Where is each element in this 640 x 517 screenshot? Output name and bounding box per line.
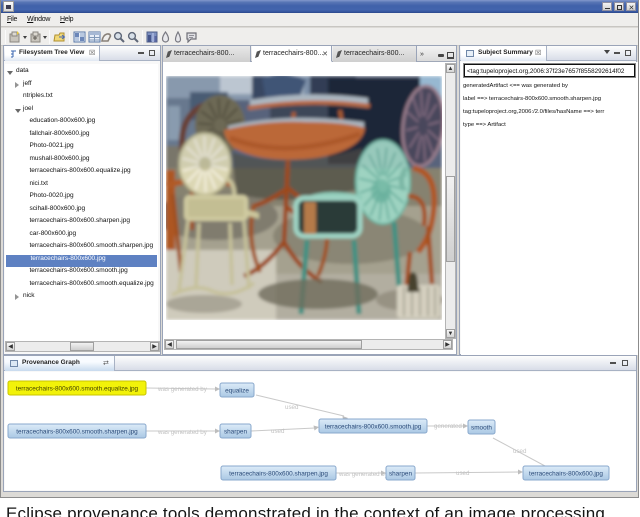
svg-text:smooth: smooth — [471, 425, 492, 432]
svg-text:used: used — [513, 448, 527, 455]
svg-text:used: used — [456, 470, 470, 477]
svg-text:terracechairs-800x600.smooth.s: terracechairs-800x600.smooth.sharpen.jpg — [16, 429, 138, 436]
svg-text:sharpen: sharpen — [224, 429, 248, 436]
svg-text:used: used — [285, 404, 299, 411]
svg-text:generated: generated — [434, 423, 462, 430]
svg-text:sharpen: sharpen — [389, 471, 413, 478]
svg-text:terracechairs-800x600.smooth.j: terracechairs-800x600.smooth.jpg — [325, 424, 422, 431]
svg-text:was generated by: was generated by — [157, 386, 208, 393]
svg-text:was generated by: was generated by — [157, 429, 208, 436]
svg-text:terracechairs-800x600.sharpen.: terracechairs-800x600.sharpen.jpg — [229, 471, 328, 478]
svg-text:was generated by: was generated by — [338, 471, 389, 478]
svg-text:used: used — [271, 428, 285, 435]
svg-text:equalize: equalize — [225, 388, 249, 395]
svg-text:terracechairs-800x600.jpg: terracechairs-800x600.jpg — [529, 471, 603, 478]
svg-text:terracechairs-800x600.smooth.e: terracechairs-800x600.smooth.equalize.jp… — [16, 386, 139, 393]
